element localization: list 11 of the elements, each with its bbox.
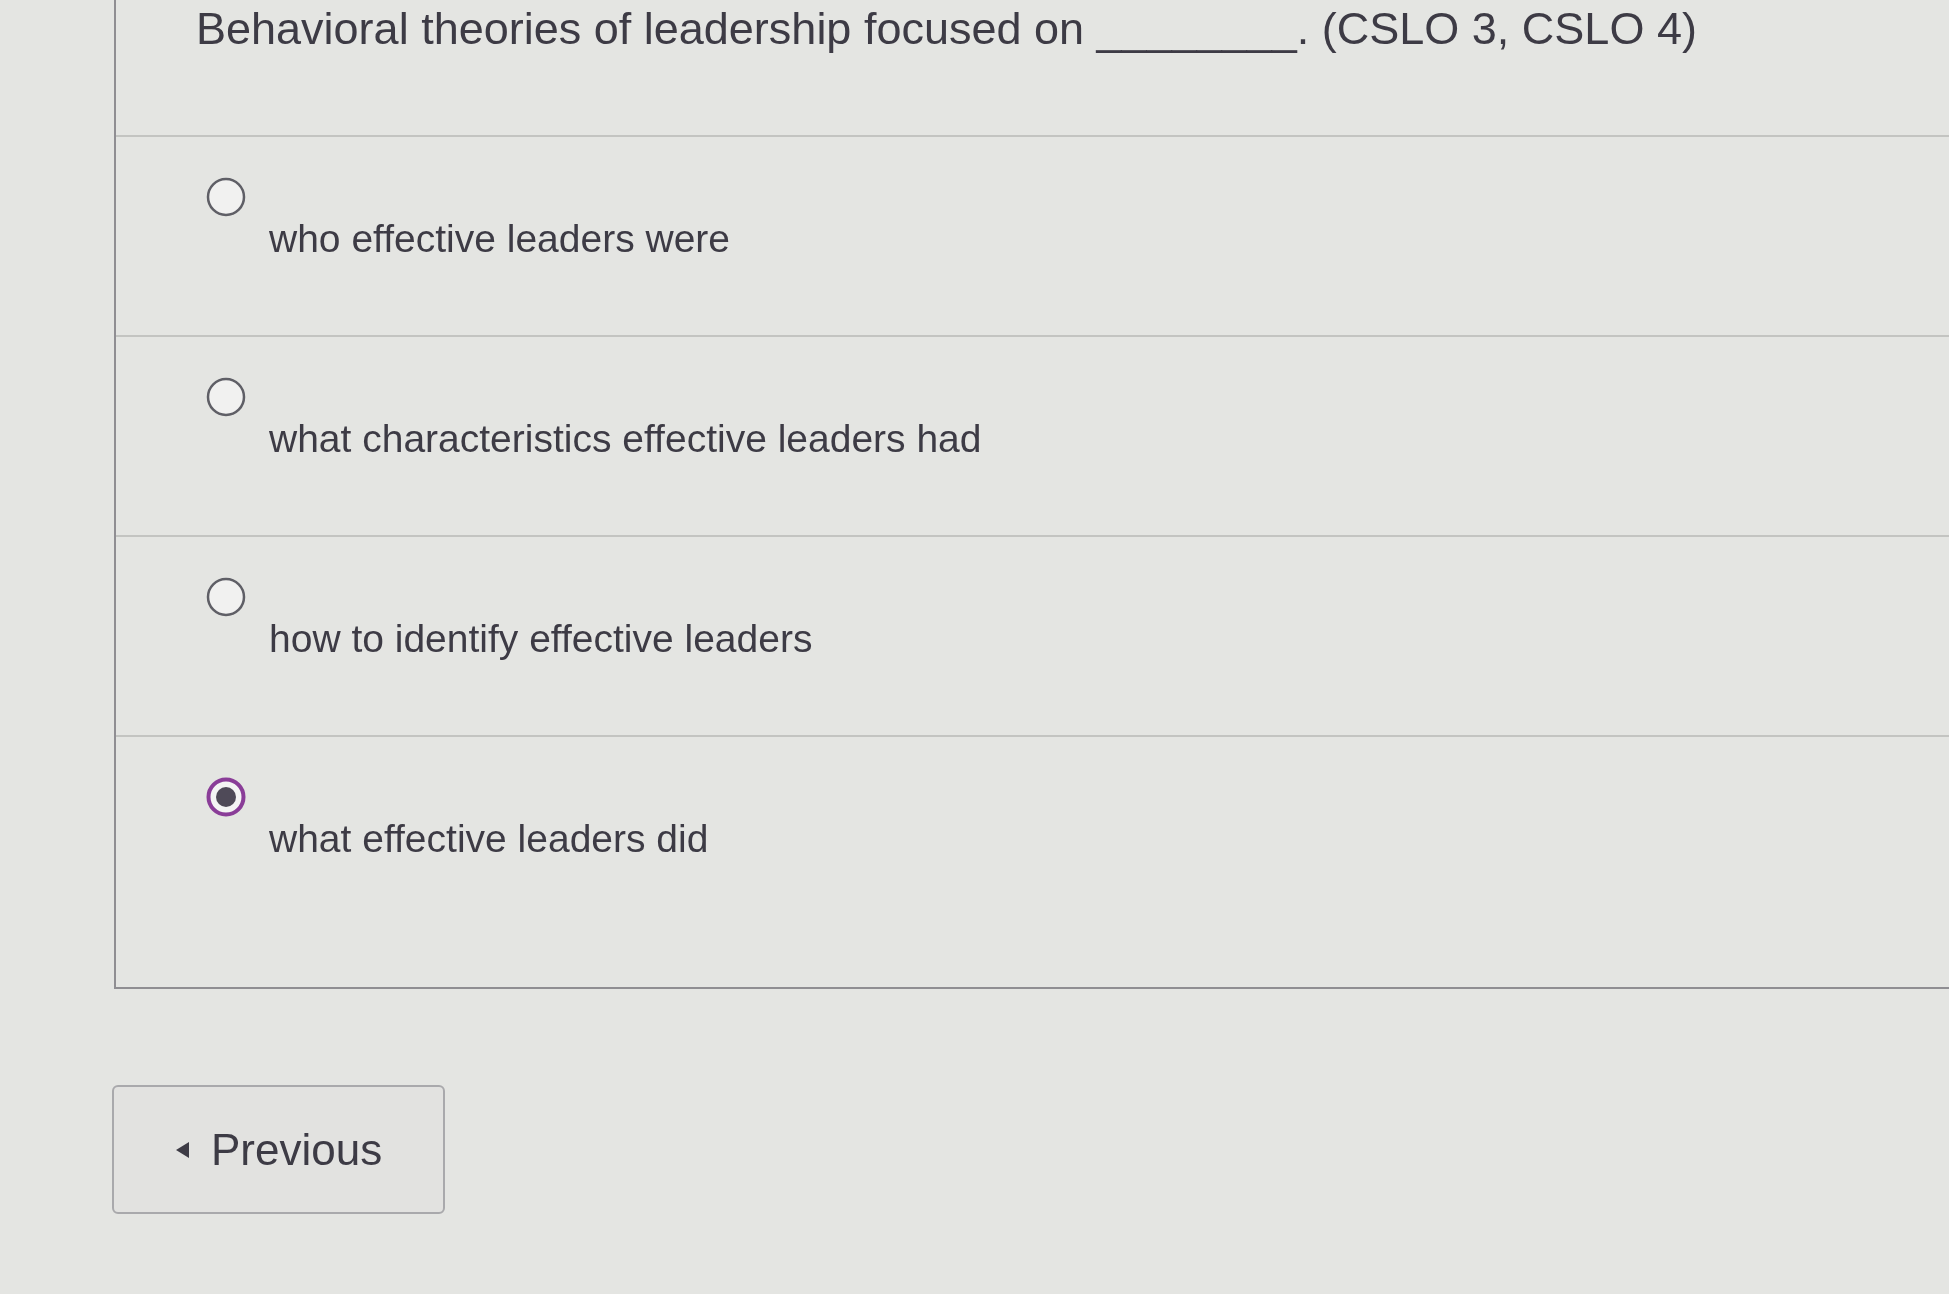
caret-left-icon <box>176 1141 189 1158</box>
radio-button[interactable] <box>206 377 246 417</box>
option-label: who effective leaders were <box>269 216 731 262</box>
option-label: what effective leaders did <box>269 816 709 862</box>
radio-button[interactable] <box>206 577 246 617</box>
radio-button[interactable] <box>206 777 246 817</box>
option-label: what characteristics effective leaders had <box>269 416 982 462</box>
previous-button[interactable]: Previous <box>112 1085 445 1214</box>
question-text: Behavioral theories of leadership focused on ________. (CSLO 3, CSLO 4) <box>196 2 1697 56</box>
radio-button[interactable] <box>206 177 246 217</box>
option-label: how to identify effective leaders <box>269 616 813 662</box>
